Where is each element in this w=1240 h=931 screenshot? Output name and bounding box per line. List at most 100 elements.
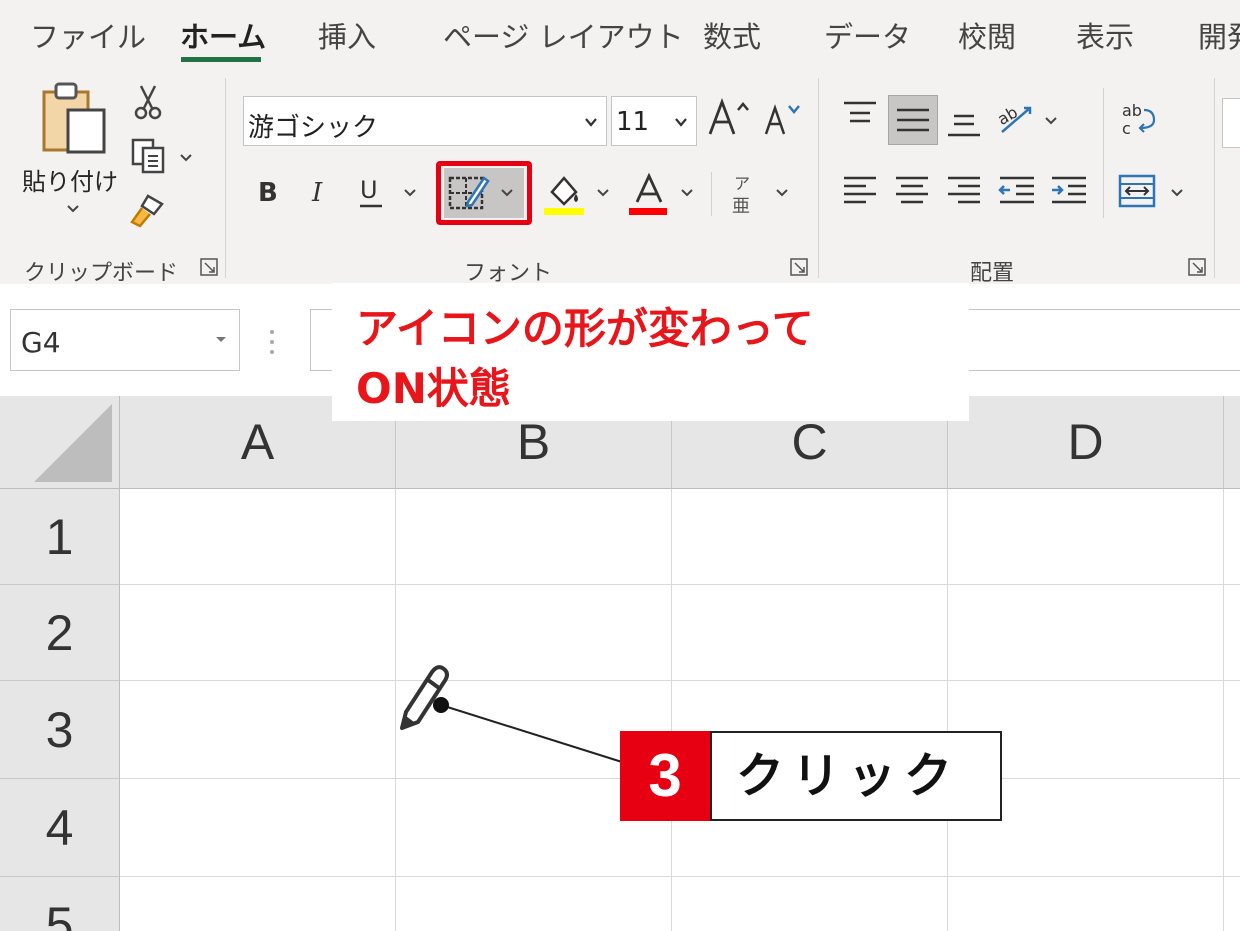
cut-icon[interactable] bbox=[133, 84, 163, 120]
clipboard-dialog-launcher-icon[interactable] bbox=[200, 258, 218, 276]
paste-button-label[interactable]: 貼り付け bbox=[22, 162, 118, 197]
alignment-inner-separator bbox=[1103, 88, 1104, 218]
increase-font-icon[interactable] bbox=[706, 98, 750, 138]
tab-formulas[interactable]: 数式 bbox=[703, 14, 761, 56]
worksheet-grid: A B C D 1 2 3 4 5 bbox=[0, 396, 1240, 931]
tab-developer[interactable]: 開発 bbox=[1198, 14, 1240, 56]
alignment-dialog-launcher-icon[interactable] bbox=[1188, 258, 1206, 276]
select-all-corner[interactable] bbox=[0, 396, 120, 489]
fill-color-icon[interactable] bbox=[544, 172, 584, 216]
phonetic-icon-bottom[interactable]: 亜 bbox=[732, 192, 750, 218]
tab-insert[interactable]: 挿入 bbox=[318, 14, 376, 56]
cell-d2[interactable] bbox=[948, 585, 1224, 681]
font-size-combo[interactable]: 11 bbox=[611, 96, 697, 146]
column-header-e-partial[interactable] bbox=[1224, 396, 1240, 489]
cell-a4[interactable] bbox=[120, 779, 396, 877]
align-middle-icon[interactable] bbox=[895, 104, 931, 136]
tab-view[interactable]: 表示 bbox=[1076, 14, 1134, 56]
phonetic-icon-top[interactable]: ア bbox=[734, 170, 750, 194]
tab-file[interactable]: ファイル bbox=[30, 14, 146, 56]
cell-d1[interactable] bbox=[948, 489, 1224, 585]
tab-review[interactable]: 校閲 bbox=[958, 14, 1016, 56]
cell-e2[interactable] bbox=[1224, 585, 1240, 681]
orientation-icon[interactable]: ab bbox=[996, 100, 1038, 136]
row-header-5[interactable]: 5 bbox=[0, 877, 120, 931]
wrap-text-icon[interactable]: ab c bbox=[1120, 100, 1160, 140]
align-top-icon[interactable] bbox=[842, 100, 878, 130]
increase-indent-icon[interactable] bbox=[1050, 174, 1088, 208]
underline-icon[interactable]: U bbox=[358, 174, 384, 210]
cell-d5[interactable] bbox=[948, 877, 1224, 931]
underline-dropdown-chevron-icon[interactable] bbox=[403, 188, 417, 198]
alignment-group-separator bbox=[1214, 78, 1215, 278]
name-box[interactable]: G4 bbox=[10, 309, 240, 371]
cell-a2[interactable] bbox=[120, 585, 396, 681]
merge-dropdown-chevron-icon[interactable] bbox=[1170, 188, 1184, 198]
column-header-d[interactable]: D bbox=[948, 396, 1224, 489]
svg-text:B: B bbox=[258, 178, 278, 206]
chevron-down-icon[interactable] bbox=[674, 115, 688, 129]
formula-bar-grip-icon[interactable] bbox=[268, 328, 276, 356]
merge-center-icon[interactable] bbox=[1118, 174, 1158, 210]
cell-c5[interactable] bbox=[672, 877, 948, 931]
svg-text:ab: ab bbox=[1122, 101, 1142, 120]
pencil-cursor-icon bbox=[400, 665, 449, 730]
tab-page-layout[interactable]: ページ レイアウト bbox=[443, 14, 684, 56]
draw-border-highlight-frame bbox=[436, 161, 532, 225]
decrease-font-icon[interactable] bbox=[762, 102, 802, 138]
clipboard-group-separator bbox=[225, 78, 226, 278]
alignment-group-label: 配置 bbox=[970, 261, 1015, 286]
cell-e4[interactable] bbox=[1224, 779, 1240, 877]
font-group-inner-separator bbox=[711, 172, 712, 216]
cell-a3[interactable] bbox=[120, 681, 396, 779]
row-header-3[interactable]: 3 bbox=[0, 681, 120, 779]
ribbon: ファイル ホーム 挿入 ページ レイアウト 数式 データ 校閲 表示 開発 貼り… bbox=[0, 0, 1240, 286]
cell-c2[interactable] bbox=[672, 585, 948, 681]
align-right-icon[interactable] bbox=[946, 174, 982, 208]
tab-home[interactable]: ホーム bbox=[180, 14, 266, 56]
chevron-down-icon[interactable] bbox=[584, 115, 598, 129]
row-header-4[interactable]: 4 bbox=[0, 779, 120, 877]
font-size-value: 11 bbox=[616, 107, 650, 137]
cell-e1[interactable] bbox=[1224, 489, 1240, 585]
font-color-icon[interactable] bbox=[629, 172, 669, 216]
svg-text:U: U bbox=[360, 176, 378, 204]
svg-text:I: I bbox=[311, 178, 323, 206]
align-center-icon[interactable] bbox=[894, 174, 930, 208]
cell-e5[interactable] bbox=[1224, 877, 1240, 931]
cell-b1[interactable] bbox=[396, 489, 672, 585]
decrease-indent-icon[interactable] bbox=[998, 174, 1036, 208]
copy-dropdown-chevron-icon[interactable] bbox=[179, 153, 193, 163]
paste-dropdown-chevron-icon[interactable] bbox=[66, 204, 80, 214]
font-color-dropdown-chevron-icon[interactable] bbox=[680, 188, 694, 198]
annotation-line-2: ON状態 bbox=[356, 364, 511, 413]
copy-icon[interactable] bbox=[131, 138, 167, 174]
name-box-value: G4 bbox=[21, 326, 61, 359]
font-dialog-launcher-icon[interactable] bbox=[790, 258, 808, 276]
row-header-1[interactable]: 1 bbox=[0, 489, 120, 585]
cell-a1[interactable] bbox=[120, 489, 396, 585]
active-tab-indicator bbox=[181, 57, 261, 62]
clipboard-group-label: クリップボード bbox=[24, 261, 179, 286]
font-name-combo[interactable]: 游ゴシック bbox=[243, 96, 607, 146]
cell-a5[interactable] bbox=[120, 877, 396, 931]
tab-data[interactable]: データ bbox=[824, 14, 911, 56]
align-left-icon[interactable] bbox=[842, 174, 878, 208]
italic-icon[interactable]: I bbox=[310, 176, 330, 206]
row-header-2[interactable]: 2 bbox=[0, 585, 120, 681]
cell-b5[interactable] bbox=[396, 877, 672, 931]
annotation-line-1: アイコンの形が変わって bbox=[356, 304, 814, 353]
align-bottom-icon[interactable] bbox=[946, 106, 982, 138]
paste-icon[interactable] bbox=[38, 80, 110, 156]
cell-e3[interactable] bbox=[1224, 681, 1240, 779]
font-name-value: 游ゴシック bbox=[248, 113, 379, 143]
format-painter-icon[interactable] bbox=[128, 192, 166, 228]
step-label: クリック bbox=[710, 731, 1002, 821]
fill-color-dropdown-chevron-icon[interactable] bbox=[596, 188, 610, 198]
phonetic-dropdown-chevron-icon[interactable] bbox=[775, 188, 789, 198]
next-group-combo-partial[interactable] bbox=[1222, 98, 1240, 148]
bold-icon[interactable]: B bbox=[256, 176, 280, 206]
cell-c1[interactable] bbox=[672, 489, 948, 585]
orientation-dropdown-chevron-icon[interactable] bbox=[1044, 116, 1058, 126]
chevron-down-icon[interactable] bbox=[215, 336, 227, 344]
